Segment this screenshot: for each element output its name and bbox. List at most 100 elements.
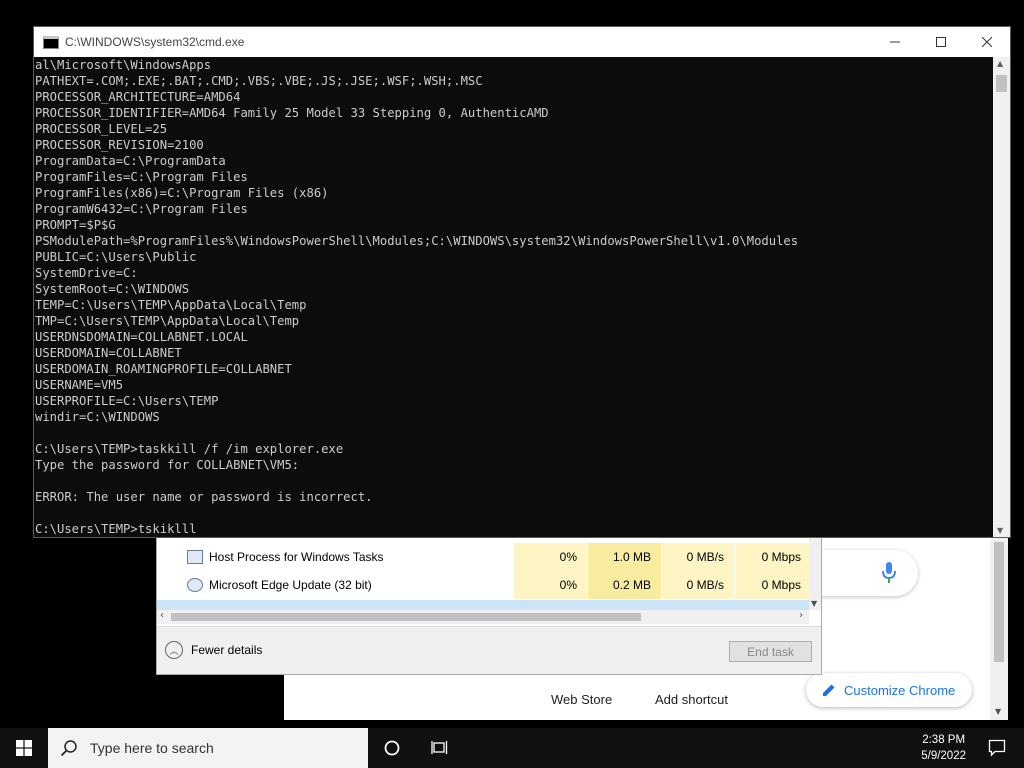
end-task-button[interactable]: End task: [729, 641, 812, 662]
taskbar-search-box[interactable]: Type here to search: [48, 728, 368, 768]
pencil-icon: [823, 684, 835, 696]
cmd-console-output[interactable]: al\Microsoft\WindowsApps PATHEXT=.COM;.EX…: [34, 57, 994, 537]
chrome-scrollbar-thumb[interactable]: [994, 542, 1004, 662]
close-button[interactable]: [964, 27, 1010, 57]
console-line: ProgramData=C:\ProgramData: [35, 154, 226, 168]
search-icon: [60, 740, 77, 757]
cpu-cell: 0%: [513, 543, 587, 571]
disk-cell: 0 MB/s: [661, 571, 734, 599]
console-line: PROMPT=$P$G: [35, 218, 116, 232]
network-cell: 0 Mbps: [734, 543, 811, 571]
console-line: USERNAME=VM5: [35, 378, 124, 392]
scroll-down-arrow-icon[interactable]: ▼: [811, 599, 817, 608]
maximize-icon: [936, 37, 946, 47]
web-store-shortcut[interactable]: Web Store: [551, 692, 612, 707]
chrome-scrollbar[interactable]: ▼: [990, 530, 1008, 720]
start-button[interactable]: [0, 728, 48, 768]
console-line: C:\Users\TEMP>tskiklll: [35, 522, 197, 536]
task-view-icon: [431, 741, 448, 754]
maximize-button[interactable]: [918, 27, 964, 57]
process-name: Microsoft Edge Update (32 bit): [209, 578, 372, 592]
minimize-button[interactable]: [872, 27, 918, 57]
cortana-circle-icon: [384, 740, 400, 756]
console-line: TMP=C:\Users\TEMP\AppData\Local\Temp: [35, 314, 300, 328]
memory-cell: 1.0 MB: [587, 543, 661, 571]
scroll-right-arrow-icon[interactable]: ›: [799, 610, 803, 621]
process-name: Host Process for Windows Tasks: [209, 550, 384, 564]
cmd-icon: [43, 35, 59, 49]
clock-time: 2:38 PM: [922, 734, 966, 746]
task-manager-vertical-scrollbar[interactable]: ▼: [809, 538, 821, 610]
console-line: PROCESSOR_REVISION=2100: [35, 138, 204, 152]
console-line: USERDOMAIN=COLLABNET: [35, 346, 182, 360]
notification-icon: [988, 739, 1006, 757]
console-line: ProgramW6432=C:\Program Files: [35, 202, 248, 216]
console-line: Type the password for COLLABNET\VM5:: [35, 458, 300, 472]
console-line: ProgramFiles=C:\Program Files: [35, 170, 248, 184]
console-line: USERDNSDOMAIN=COLLABNET.LOCAL: [35, 330, 248, 344]
table-row[interactable]: Host Process for Windows Tasks 0% 1.0 MB…: [157, 543, 811, 571]
console-line: PUBLIC=C:\Users\Public: [35, 250, 197, 264]
scroll-down-arrow-icon[interactable]: ▼: [995, 707, 1001, 716]
table-row[interactable]: Microsoft Edge Update (32 bit) 0% 0.2 MB…: [157, 571, 811, 599]
search-placeholder: Type here to search: [90, 740, 214, 756]
console-line: ProgramFiles(x86)=C:\Program Files (x86): [35, 186, 329, 200]
window-title: C:\WINDOWS\system32\cmd.exe: [65, 35, 245, 49]
console-line: PROCESSOR_LEVEL=25: [35, 122, 168, 136]
microphone-icon[interactable]: [882, 562, 896, 584]
console-line: windir=C:\WINDOWS: [35, 410, 160, 424]
console-line: PSModulePath=%ProgramFiles%\WindowsPower…: [35, 234, 799, 248]
disk-cell: 0 MB/s: [661, 543, 734, 571]
add-shortcut-button[interactable]: Add shortcut: [655, 692, 728, 707]
cmd-window[interactable]: C:\WINDOWS\system32\cmd.exe al\Microsoft…: [33, 26, 1011, 538]
task-manager-window[interactable]: Host Process for Windows Tasks 0% 1.0 MB…: [156, 537, 822, 675]
fewer-details-label: Fewer details: [191, 643, 263, 657]
window-controls: [872, 27, 1010, 57]
customize-chrome-label: Customize Chrome: [844, 682, 956, 698]
cmd-titlebar[interactable]: C:\WINDOWS\system32\cmd.exe: [34, 27, 1010, 57]
process-name-cell: Host Process for Windows Tasks: [157, 543, 513, 571]
minimize-icon: [890, 41, 900, 43]
desktop: Web Store Add shortcut Customize Chrome …: [0, 0, 1024, 728]
scroll-down-arrow-icon[interactable]: ▼: [997, 526, 1003, 535]
system-clock[interactable]: 2:38 PM 5/9/2022: [921, 732, 966, 764]
console-line: al\Microsoft\WindowsApps: [35, 58, 212, 72]
task-manager-footer: ︿ Fewer details End task: [157, 626, 821, 674]
windows-logo-icon: [16, 740, 32, 756]
selected-row-partial[interactable]: [157, 600, 811, 610]
task-manager-horizontal-scrollbar[interactable]: ‹ ›: [157, 610, 809, 624]
cmd-scrollbar-thumb[interactable]: [996, 75, 1007, 92]
scroll-left-arrow-icon[interactable]: ‹: [160, 610, 164, 621]
process-icon: [187, 578, 203, 592]
cmd-scrollbar[interactable]: ▲ ▼: [993, 57, 1010, 537]
network-cell: 0 Mbps: [734, 571, 811, 599]
console-line: SystemRoot=C:\WINDOWS: [35, 282, 190, 296]
horizontal-scrollbar-thumb[interactable]: [171, 613, 641, 621]
process-name-cell: Microsoft Edge Update (32 bit): [157, 571, 513, 599]
console-line: PROCESSOR_ARCHITECTURE=AMD64: [35, 90, 241, 104]
action-center-button[interactable]: [988, 739, 1006, 761]
console-line: USERDOMAIN_ROAMINGPROFILE=COLLABNET: [35, 362, 292, 376]
taskbar: Type here to search 2:38 PM 5/9/2022: [0, 728, 1024, 768]
console-line: SystemDrive=C:: [35, 266, 138, 280]
memory-cell: 0.2 MB: [587, 571, 661, 599]
console-line: TEMP=C:\Users\TEMP\AppData\Local\Temp: [35, 298, 307, 312]
task-view-button[interactable]: [416, 728, 464, 768]
scroll-up-arrow-icon[interactable]: ▲: [997, 59, 1003, 68]
cortana-button[interactable]: [368, 728, 416, 768]
process-icon: [187, 550, 203, 564]
console-line: PATHEXT=.COM;.EXE;.BAT;.CMD;.VBS;.VBE;.J…: [35, 74, 483, 88]
fewer-details-button[interactable]: ︿ Fewer details: [165, 641, 262, 659]
console-line: C:\Users\TEMP>taskkill /f /im explorer.e…: [35, 442, 344, 456]
close-icon: [982, 37, 992, 47]
clock-date: 5/9/2022: [921, 750, 966, 762]
cpu-cell: 0%: [513, 571, 587, 599]
console-line: ERROR: The user name or password is inco…: [35, 490, 373, 504]
console-line: PROCESSOR_IDENTIFIER=AMD64 Family 25 Mod…: [35, 106, 549, 120]
chevron-up-icon: ︿: [165, 641, 183, 659]
customize-chrome-button[interactable]: Customize Chrome: [806, 673, 972, 707]
console-line: USERPROFILE=C:\Users\TEMP: [35, 394, 219, 408]
